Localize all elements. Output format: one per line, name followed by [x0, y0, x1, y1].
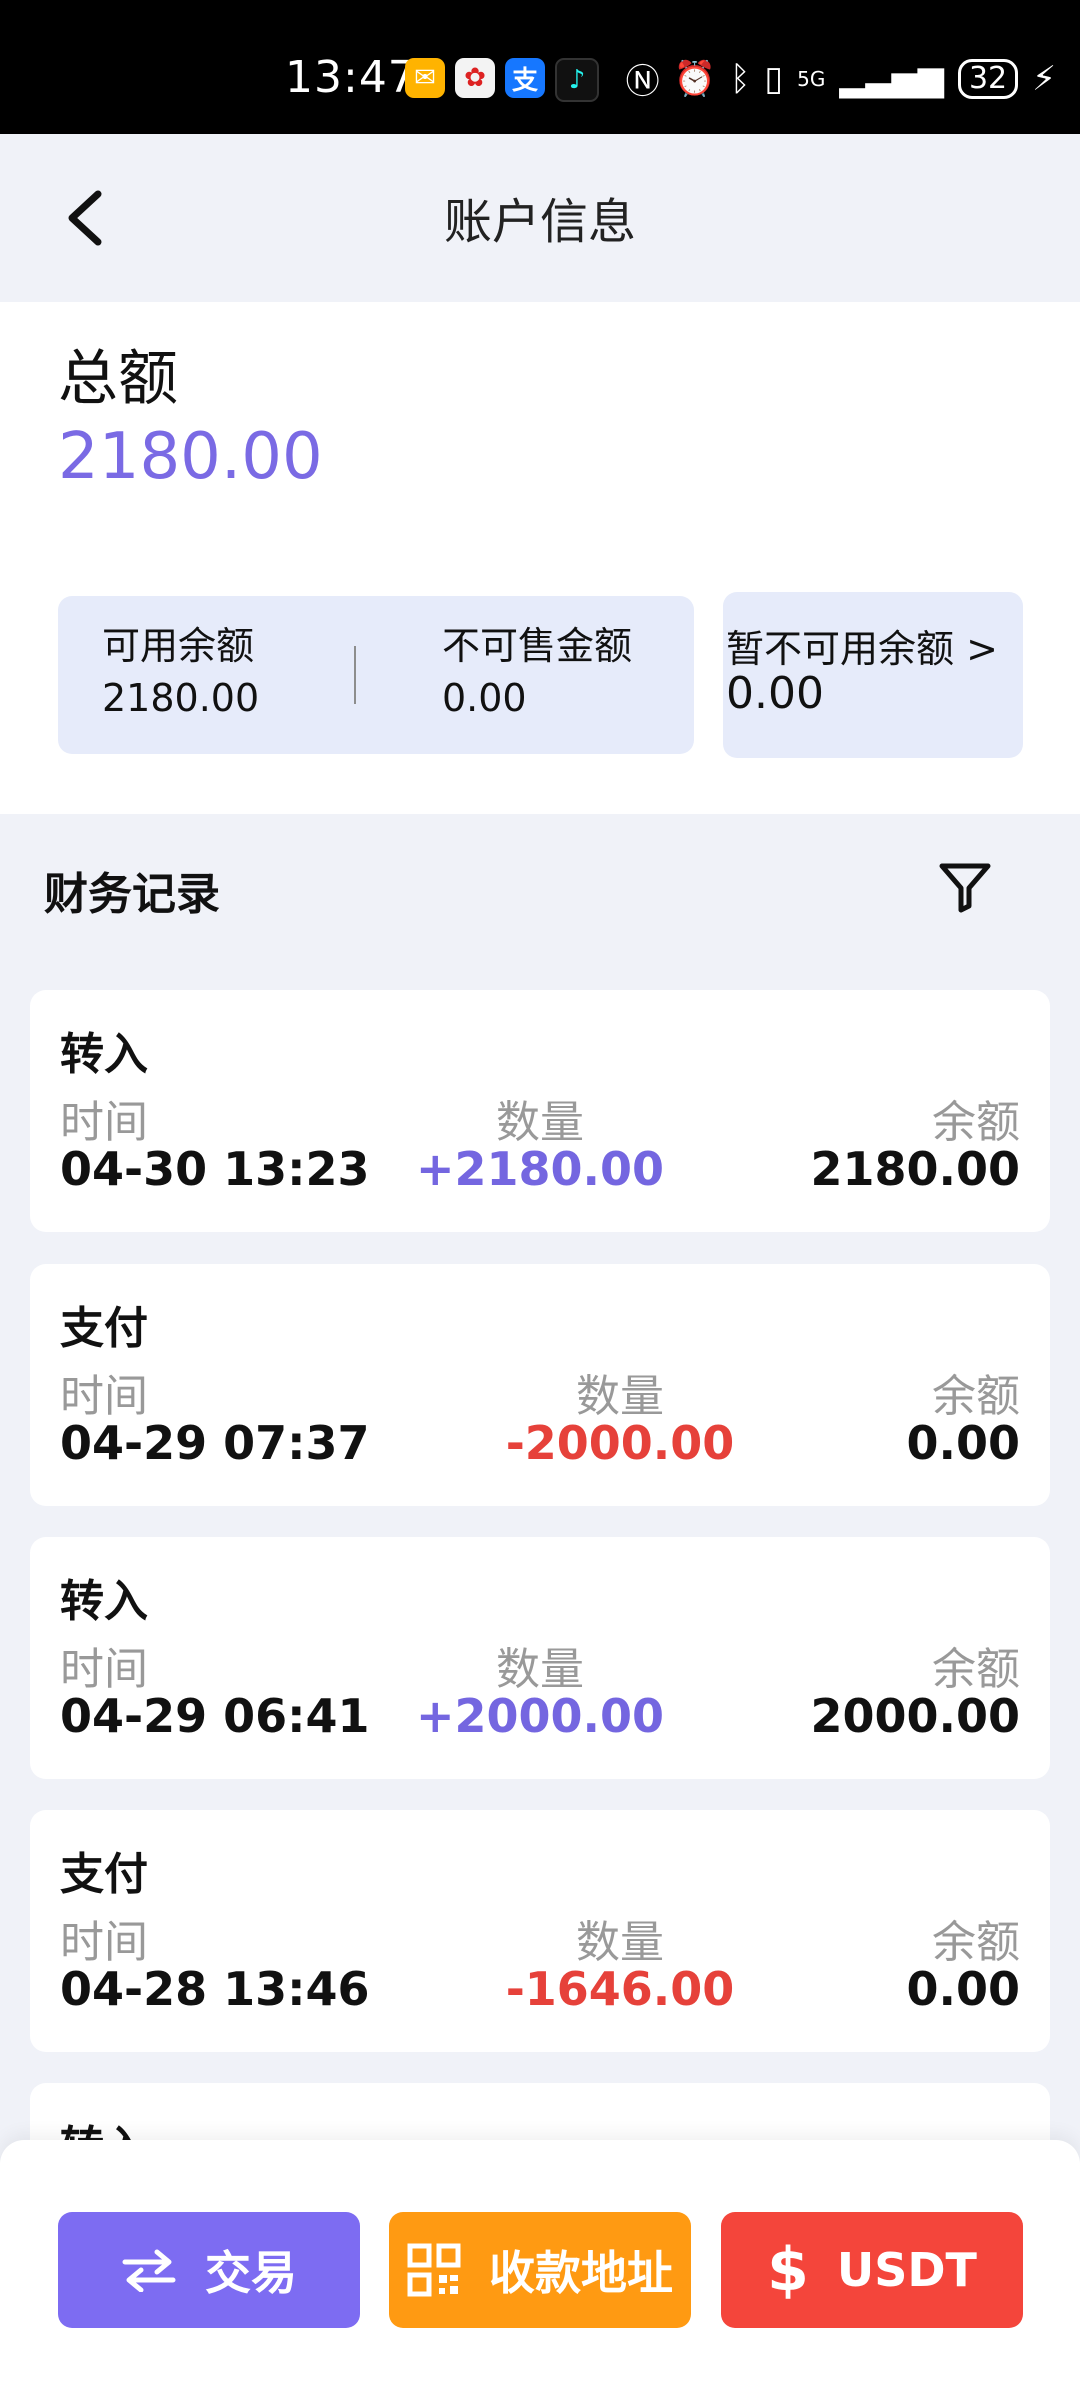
record-type: 转入 — [60, 1576, 148, 1627]
account-summary: 总额 2180.00 可用余额 2180.00 不可售金额 0.00 暂不可用余… — [0, 302, 1080, 814]
qr-code-icon — [407, 2243, 461, 2297]
record-card[interactable]: 转入 时间 数量 余额 04-29 06:41 +2000.00 2000.00 — [30, 1537, 1050, 1779]
record-card[interactable]: 转入 时间 数量 余额 04-30 13:23 +2180.00 2180.00 — [30, 990, 1050, 1232]
nfc-icon: Ⓝ — [625, 62, 660, 102]
tiktok-icon: ♪ — [555, 58, 599, 102]
alipay-icon: 支 — [505, 58, 545, 98]
signal-icon: ▂▃▅▆ — [839, 58, 944, 99]
unsellable-value: 0.00 — [442, 676, 527, 720]
dollar-icon: $ — [767, 2235, 809, 2305]
record-balance: 0.00 — [906, 1962, 1021, 2016]
balance-label: 余额 — [932, 1917, 1020, 1968]
available-value: 2180.00 — [102, 676, 260, 720]
record-card[interactable]: 支付 时间 数量 余额 04-28 13:46 -1646.00 0.00 — [30, 1810, 1050, 2052]
swap-arrows-icon — [122, 2249, 176, 2292]
charging-icon: ⚡ — [1032, 58, 1056, 99]
alarm-icon: ⏰ — [673, 58, 716, 99]
battery-icon: 32 — [957, 58, 1019, 99]
record-balance: 2180.00 — [810, 1142, 1020, 1196]
unavailable-balance-button[interactable]: 暂不可用余额 > 0.00 — [723, 592, 1023, 758]
available-label: 可用余额 — [102, 624, 255, 668]
page-title: 账户信息 — [443, 194, 636, 250]
bluetooth-icon: ᛒ — [729, 58, 751, 99]
records-title: 财务记录 — [44, 869, 220, 920]
amount-label: 数量 — [576, 1917, 664, 1968]
mail-icon: ✉ — [405, 58, 445, 98]
filter-button[interactable] — [936, 858, 994, 916]
trade-label: 交易 — [205, 2246, 297, 2300]
huawei-icon: ✿ — [455, 58, 495, 98]
unsellable-label: 不可售金额 — [442, 624, 633, 668]
status-time: 13:47 — [285, 52, 417, 103]
available-balance: 可用余额 2180.00 — [102, 620, 259, 724]
header: 账户信息 — [0, 134, 1080, 302]
bottom-action-bar: 交易 收款地址 $ USDT — [0, 2140, 1080, 2400]
vibrate-icon: ▯ — [764, 58, 784, 99]
unavailable-label: 暂不可用余额 > — [726, 627, 998, 671]
record-balance: 0.00 — [906, 1416, 1021, 1470]
address-label: 收款地址 — [489, 2246, 673, 2300]
balance-label: 余额 — [932, 1644, 1020, 1695]
notification-icons: ✉ ✿ 支 ♪ — [405, 58, 599, 102]
amount-label: 数量 — [496, 1097, 584, 1148]
total-label: 总额 — [58, 344, 178, 414]
record-type: 支付 — [60, 1303, 148, 1354]
balance-label: 余额 — [932, 1097, 1020, 1148]
unsellable-balance: 不可售金额 0.00 — [442, 620, 632, 724]
record-card[interactable]: 支付 时间 数量 余额 04-29 07:37 -2000.00 0.00 — [30, 1264, 1050, 1506]
record-type: 支付 — [60, 1849, 148, 1900]
trade-button[interactable]: 交易 — [58, 2212, 360, 2328]
amount-label: 数量 — [496, 1644, 584, 1695]
status-bar: 13:47 ✉ ✿ 支 ♪ Ⓝ ⏰ ᛒ ▯ 5G ▂▃▅▆ 32 ⚡ — [0, 0, 1080, 134]
receive-address-button[interactable]: 收款地址 — [389, 2212, 691, 2328]
usdt-label: USDT — [836, 2243, 977, 2297]
balance-label: 余额 — [932, 1371, 1020, 1422]
network-label: 5G — [797, 66, 826, 91]
usdt-button[interactable]: $ USDT — [721, 2212, 1023, 2328]
amount-label: 数量 — [576, 1371, 664, 1422]
record-type: 转入 — [60, 1029, 148, 1080]
filter-icon — [939, 863, 991, 913]
record-balance: 2000.00 — [810, 1689, 1020, 1743]
total-value: 2180.00 — [58, 420, 323, 494]
balance-box: 可用余额 2180.00 不可售金额 0.00 — [58, 596, 694, 754]
unavailable-value: 0.00 — [726, 668, 824, 719]
system-status: Ⓝ ⏰ ᛒ ▯ 5G ▂▃▅▆ 32 ⚡ — [626, 54, 1056, 103]
divider — [354, 646, 356, 704]
